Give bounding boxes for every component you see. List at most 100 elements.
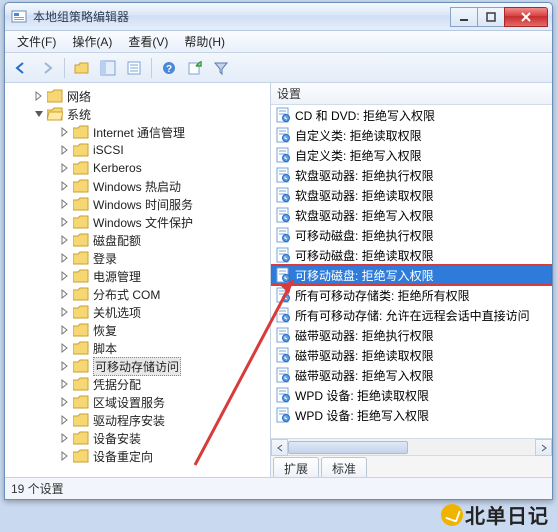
tree-item-system[interactable]: 系统 (31, 105, 270, 123)
policy-item[interactable]: 软盘驱动器: 拒绝执行权限 (271, 165, 552, 185)
expand-icon[interactable] (59, 198, 71, 210)
policy-item[interactable]: WPD 设备: 拒绝写入权限 (271, 405, 552, 425)
titlebar[interactable]: 本地组策略编辑器 (5, 3, 552, 31)
tree-item[interactable]: iSCSI (57, 141, 270, 159)
policy-label: 软盘驱动器: 拒绝写入权限 (295, 207, 434, 224)
tree-item[interactable]: 可移动存储访问 (57, 357, 270, 375)
tree-item[interactable]: 驱动程序安装 (57, 411, 270, 429)
scroll-left-button[interactable] (271, 439, 288, 456)
tab-extended[interactable]: 扩展 (273, 457, 319, 477)
folder-icon (73, 413, 89, 427)
show-tree-button[interactable] (96, 56, 120, 80)
column-header-settings[interactable]: 设置 (271, 83, 552, 105)
policy-item[interactable]: 可移动磁盘: 拒绝读取权限 (271, 245, 552, 265)
policy-item[interactable]: CD 和 DVD: 拒绝写入权限 (271, 105, 552, 125)
tab-standard[interactable]: 标准 (321, 457, 367, 477)
tree-item[interactable]: 磁盘配额 (57, 231, 270, 249)
policy-icon (275, 327, 291, 343)
policy-icon (275, 247, 291, 263)
forward-button[interactable] (35, 56, 59, 80)
tree-item[interactable]: 脚本 (57, 339, 270, 357)
tree-item[interactable]: 凭据分配 (57, 375, 270, 393)
expand-icon[interactable] (59, 216, 71, 228)
policy-item[interactable]: 所有可移动存储类: 拒绝所有权限 (271, 285, 552, 305)
tree-item[interactable]: 电源管理 (57, 267, 270, 285)
app-icon (11, 9, 27, 25)
expand-icon[interactable] (59, 414, 71, 426)
policy-item[interactable]: 软盘驱动器: 拒绝写入权限 (271, 205, 552, 225)
tree-label: 电源管理 (93, 268, 141, 285)
expand-icon[interactable] (33, 90, 45, 102)
expand-icon[interactable] (59, 342, 71, 354)
filter-button[interactable] (209, 56, 233, 80)
policy-item[interactable]: 磁带驱动器: 拒绝执行权限 (271, 325, 552, 345)
tree-item[interactable]: 区域设置服务 (57, 393, 270, 411)
maximize-button[interactable] (477, 7, 505, 27)
menu-help[interactable]: 帮助(H) (176, 31, 233, 52)
tree-item[interactable]: 分布式 COM (57, 285, 270, 303)
expand-icon[interactable] (59, 252, 71, 264)
menu-view[interactable]: 查看(V) (120, 31, 176, 52)
policy-item[interactable]: 软盘驱动器: 拒绝读取权限 (271, 185, 552, 205)
policy-item[interactable]: 可移动磁盘: 拒绝写入权限 (271, 265, 552, 285)
expand-icon[interactable] (59, 360, 71, 372)
properties-button[interactable] (122, 56, 146, 80)
up-button[interactable] (70, 56, 94, 80)
tree-item[interactable]: 登录 (57, 249, 270, 267)
expand-icon[interactable] (59, 234, 71, 246)
settings-list[interactable]: CD 和 DVD: 拒绝写入权限自定义类: 拒绝读取权限自定义类: 拒绝写入权限… (271, 105, 552, 438)
expand-icon[interactable] (59, 144, 71, 156)
policy-item[interactable]: 磁带驱动器: 拒绝读取权限 (271, 345, 552, 365)
tree-item[interactable]: Windows 时间服务 (57, 195, 270, 213)
expand-icon[interactable] (59, 432, 71, 444)
expand-icon[interactable] (59, 180, 71, 192)
scroll-right-button[interactable] (535, 439, 552, 456)
policy-item[interactable]: 磁带驱动器: 拒绝写入权限 (271, 365, 552, 385)
tree-item[interactable]: Internet 通信管理 (57, 123, 270, 141)
tree-item[interactable]: 设备重定向 (57, 447, 270, 465)
tree-item[interactable]: 关机选项 (57, 303, 270, 321)
policy-item[interactable]: 可移动磁盘: 拒绝执行权限 (271, 225, 552, 245)
menu-file[interactable]: 文件(F) (9, 31, 64, 52)
close-button[interactable] (504, 7, 548, 27)
tree-item-network[interactable]: 网络 (31, 87, 270, 105)
policy-item[interactable]: 自定义类: 拒绝写入权限 (271, 145, 552, 165)
menu-action[interactable]: 操作(A) (64, 31, 120, 52)
expand-icon[interactable] (59, 396, 71, 408)
svg-text:?: ? (166, 64, 172, 75)
folder-up-icon (74, 60, 90, 76)
folder-icon (73, 341, 89, 355)
expand-icon[interactable] (59, 162, 71, 174)
tree-item[interactable]: Windows 热启动 (57, 177, 270, 195)
policy-icon (275, 307, 291, 323)
policy-item[interactable]: WPD 设备: 拒绝读取权限 (271, 385, 552, 405)
app-window: 本地组策略编辑器 文件(F) 操作(A) 查看(V) 帮助(H) (4, 2, 553, 500)
tree-item[interactable]: 恢复 (57, 321, 270, 339)
folder-icon (73, 125, 89, 139)
policy-icon (275, 227, 291, 243)
toolbar-separator (151, 58, 152, 78)
minimize-button[interactable] (450, 7, 478, 27)
expand-icon[interactable] (59, 306, 71, 318)
policy-item[interactable]: 自定义类: 拒绝读取权限 (271, 125, 552, 145)
watermark: 北单日记 (441, 500, 549, 529)
back-button[interactable] (9, 56, 33, 80)
expand-icon[interactable] (59, 288, 71, 300)
folder-icon (73, 179, 89, 193)
help-button[interactable]: ? (157, 56, 181, 80)
tree-pane[interactable]: 网络 系统 Internet 通信管理iSCSIKerberosWindows … (5, 83, 271, 477)
scroll-thumb[interactable] (288, 441, 408, 454)
expand-icon[interactable] (59, 324, 71, 336)
collapse-icon[interactable] (33, 108, 45, 120)
tree-label: 可移动存储访问 (93, 357, 181, 376)
horizontal-scrollbar[interactable] (271, 438, 552, 455)
tree-item[interactable]: 设备安装 (57, 429, 270, 447)
export-button[interactable] (183, 56, 207, 80)
expand-icon[interactable] (59, 450, 71, 462)
expand-icon[interactable] (59, 270, 71, 282)
policy-item[interactable]: 所有可移动存储: 允许在远程会话中直接访问 (271, 305, 552, 325)
expand-icon[interactable] (59, 126, 71, 138)
expand-icon[interactable] (59, 378, 71, 390)
tree-item[interactable]: Kerberos (57, 159, 270, 177)
tree-item[interactable]: Windows 文件保护 (57, 213, 270, 231)
